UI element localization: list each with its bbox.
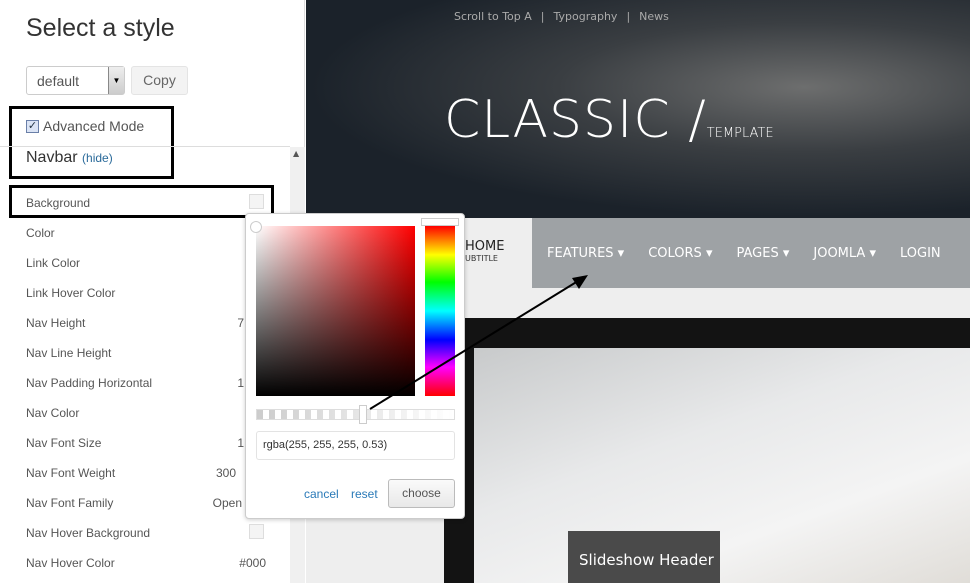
setting-row[interactable]: Nav Font Weight 300 xyxy=(26,466,266,480)
brand-title: CLASSIC / xyxy=(444,90,707,150)
color-picker: rgba(255, 255, 255, 0.53) cancel reset c… xyxy=(245,213,465,519)
color-handle[interactable] xyxy=(250,221,262,233)
highlight-box xyxy=(9,106,174,179)
setting-row[interactable]: Nav Height 7 xyxy=(26,316,266,330)
setting-row[interactable]: Nav Hover Color #000 xyxy=(26,556,266,570)
section-title: Navbar xyxy=(26,149,78,166)
style-select[interactable]: default ▼ xyxy=(26,66,125,95)
setting-label: Nav Hover Background xyxy=(26,526,151,540)
nav-item-joomla[interactable]: JOOMLA ▾ xyxy=(813,246,876,261)
top-links: Scroll to Top A | Typography | News xyxy=(454,10,669,23)
hue-handle[interactable] xyxy=(421,218,459,226)
setting-label: Nav Font Weight xyxy=(26,466,116,480)
setting-label: Link Color xyxy=(26,256,81,270)
nav-home[interactable]: HOME UBTITLE xyxy=(465,218,532,288)
setting-label: Nav Padding Horizontal xyxy=(26,376,153,390)
alpha-slider[interactable] xyxy=(256,409,455,420)
slideshow-image xyxy=(474,348,970,583)
color-value-input[interactable]: rgba(255, 255, 255, 0.53) xyxy=(256,431,455,460)
site-navbar: FEATURES ▾ COLORS ▾ PAGES ▾ JOOMLA ▾ LOG… xyxy=(532,218,970,288)
copy-button[interactable]: Copy xyxy=(131,66,188,95)
advanced-mode-checkbox[interactable]: ✓ Advanced Mode xyxy=(26,118,144,134)
alpha-handle[interactable] xyxy=(359,405,367,424)
setting-row[interactable]: Nav Color xyxy=(26,406,266,420)
hero-image: Scroll to Top A | Typography | News CLAS… xyxy=(306,0,970,218)
setting-value[interactable]: 1 xyxy=(237,436,244,450)
setting-value[interactable]: 300 xyxy=(216,466,236,480)
home-label: HOME xyxy=(465,239,505,254)
setting-label: Nav Font Family xyxy=(26,496,114,510)
caret-down-icon: ▾ xyxy=(617,245,625,261)
nav-item-colors[interactable]: COLORS ▾ xyxy=(648,246,712,261)
setting-label: Nav Line Height xyxy=(26,346,112,360)
brand-subtitle: TEMPLATE xyxy=(706,126,774,141)
top-link[interactable]: Scroll to Top A xyxy=(454,10,532,23)
setting-row[interactable]: Nav Padding Horizontal 1 xyxy=(26,376,266,390)
caret-down-icon: ▾ xyxy=(869,245,876,261)
black-band xyxy=(444,318,970,348)
advanced-mode-label: Advanced Mode xyxy=(43,118,145,134)
hue-slider[interactable] xyxy=(425,226,455,396)
site-brand[interactable]: CLASSIC /TEMPLATE xyxy=(444,90,774,150)
setting-value[interactable]: #000 xyxy=(239,556,266,570)
caret-down-icon: ▾ xyxy=(705,245,713,261)
panel-title: Select a style xyxy=(26,14,175,42)
reset-link[interactable]: reset xyxy=(351,487,378,501)
home-subtitle: UBTITLE xyxy=(465,254,498,263)
scroll-up-icon[interactable]: ▲ xyxy=(293,149,299,158)
nav-item-pages[interactable]: PAGES ▾ xyxy=(736,246,789,261)
caret-down-icon: ▾ xyxy=(782,245,790,261)
setting-row[interactable]: Link Hover Color xyxy=(26,286,266,300)
slideshow-caption: Slideshow Header xyxy=(568,531,720,583)
top-link[interactable]: Typography xyxy=(554,10,618,23)
hide-link[interactable]: (hide) xyxy=(82,151,113,165)
chevron-down-icon[interactable]: ▼ xyxy=(108,67,124,94)
setting-label: Link Hover Color xyxy=(26,286,116,300)
setting-row[interactable]: Background xyxy=(26,194,266,210)
choose-button[interactable]: choose xyxy=(388,479,455,508)
setting-value[interactable]: Open xyxy=(213,496,242,510)
checkbox-checked-icon[interactable]: ✓ xyxy=(26,119,39,133)
color-swatch[interactable] xyxy=(249,194,264,209)
setting-value[interactable]: 1 xyxy=(237,376,244,390)
setting-row[interactable]: Nav Line Height xyxy=(26,346,266,360)
setting-label: Nav Hover Color xyxy=(26,556,115,570)
setting-row[interactable]: Nav Hover Background xyxy=(26,524,266,540)
setting-row[interactable]: Color xyxy=(26,226,266,240)
cancel-link[interactable]: cancel xyxy=(304,487,339,501)
separator: | xyxy=(540,10,545,23)
separator: | xyxy=(626,10,631,23)
setting-label: Color xyxy=(26,226,55,240)
divider xyxy=(0,146,290,147)
setting-row[interactable]: Nav Font Family Open xyxy=(26,496,266,510)
color-swatch[interactable] xyxy=(249,524,264,539)
top-link[interactable]: News xyxy=(639,10,669,23)
setting-label: Nav Color xyxy=(26,406,80,420)
setting-value[interactable]: 7 xyxy=(237,316,244,330)
setting-row[interactable]: Nav Font Size 1 xyxy=(26,436,266,450)
nav-item-features[interactable]: FEATURES ▾ xyxy=(547,246,624,261)
setting-label: Nav Font Size xyxy=(26,436,102,450)
nav-item-login[interactable]: LOGIN xyxy=(900,246,941,261)
style-select-value: default xyxy=(37,73,80,89)
setting-label: Nav Height xyxy=(26,316,86,330)
saturation-value-area[interactable] xyxy=(256,226,415,396)
setting-row[interactable]: Link Color xyxy=(26,256,266,270)
section-navbar: Navbar (hide) xyxy=(26,149,113,167)
setting-label: Background xyxy=(26,196,91,210)
